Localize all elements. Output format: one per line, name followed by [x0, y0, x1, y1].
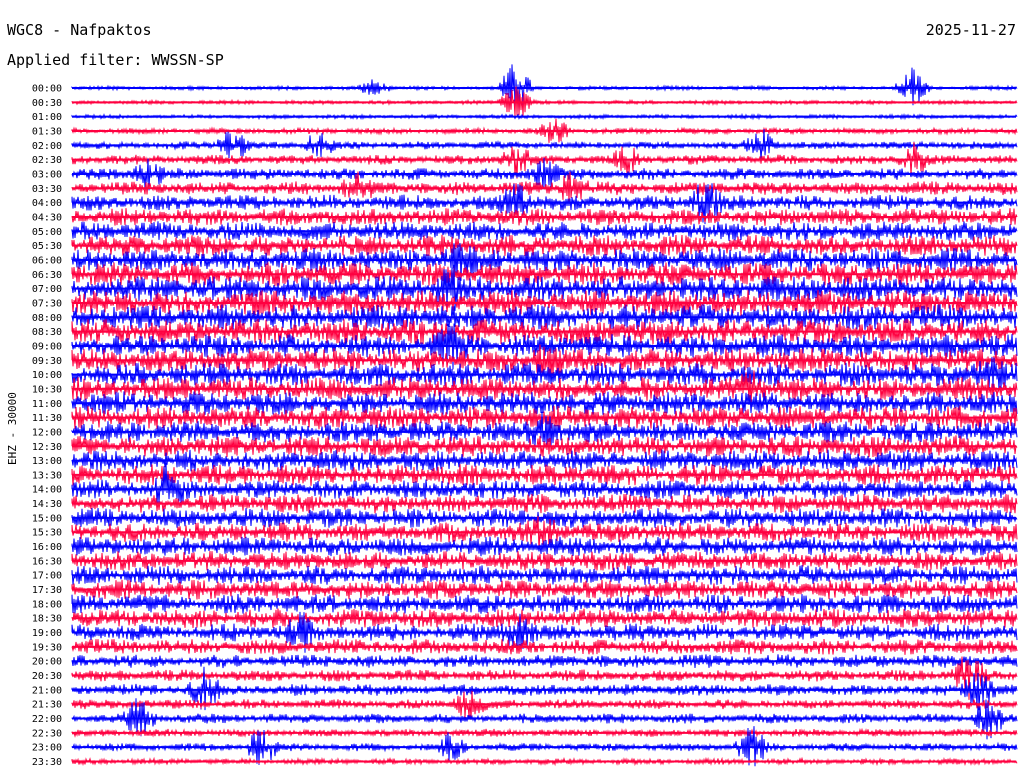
tick-label-0400: 04:00: [32, 198, 62, 209]
tick-label-0630: 06:30: [32, 270, 62, 281]
tick-label-0800: 08:00: [32, 313, 62, 324]
tick-label-2030: 20:30: [32, 671, 62, 682]
tick-label-1400: 14:00: [32, 485, 62, 496]
tick-label-0430: 04:30: [32, 212, 62, 223]
tick-label-0030: 00:30: [32, 98, 62, 109]
tick-label-1900: 19:00: [32, 628, 62, 639]
tick-label-0500: 05:00: [32, 227, 62, 238]
tick-label-1000: 10:00: [32, 370, 62, 381]
tick-label-0100: 01:00: [32, 112, 62, 123]
tick-label-0830: 08:30: [32, 327, 62, 338]
helicorder-chart: 00:00 00:30 01:00 01:30 02:00 02:30 03:00 03:30…: [6, 64, 1018, 769]
tick-label-1330: 13:30: [32, 470, 62, 481]
tick-label-2330: 23:30: [32, 757, 62, 768]
trace-group: [71, 64, 1018, 767]
tick-label-1930: 19:30: [32, 642, 62, 653]
tick-label-0730: 07:30: [32, 298, 62, 309]
tick-label-1200: 12:00: [32, 427, 62, 438]
tick-label-1800: 18:00: [32, 599, 62, 610]
tick-label-0530: 05:30: [32, 241, 62, 252]
tick-label-0700: 07:00: [32, 284, 62, 295]
channel-axis-label: EHZ - 30000: [6, 392, 19, 465]
tick-label-0230: 02:30: [32, 155, 62, 166]
tick-label-0900: 09:00: [32, 341, 62, 352]
trace-0030: [71, 86, 1018, 116]
tick-label-2300: 23:00: [32, 743, 62, 754]
tick-label-1230: 12:30: [32, 442, 62, 453]
tick-label-0200: 02:00: [32, 141, 62, 152]
tick-label-1730: 17:30: [32, 585, 62, 596]
tick-label-1030: 10:30: [32, 384, 62, 395]
tick-label-2130: 21:30: [32, 700, 62, 711]
tick-label-1430: 14:30: [32, 499, 62, 510]
tick-label-1830: 18:30: [32, 614, 62, 625]
tick-label-0330: 03:30: [32, 184, 62, 195]
tick-label-1700: 17:00: [32, 571, 62, 582]
tick-label-2100: 21:00: [32, 685, 62, 696]
tick-label-0930: 09:30: [32, 356, 62, 367]
tick-label-1630: 16:30: [32, 556, 62, 567]
tick-label-2230: 22:30: [32, 728, 62, 739]
tick-label-0300: 03:00: [32, 169, 62, 180]
tick-label-1500: 15:00: [32, 513, 62, 524]
tick-label-1300: 13:00: [32, 456, 62, 467]
tick-label-1530: 15:30: [32, 528, 62, 539]
time-tick-labels: 00:00 00:30 01:00 01:30 02:00 02:30 03:00 03:30…: [32, 84, 62, 769]
tick-label-0130: 01:30: [32, 126, 62, 137]
tick-label-0000: 00:00: [32, 84, 62, 95]
tick-label-0600: 06:00: [32, 255, 62, 266]
tick-label-2000: 20:00: [32, 657, 62, 668]
tick-label-1600: 16:00: [32, 542, 62, 553]
tick-label-1130: 11:30: [32, 413, 62, 424]
tick-label-2200: 22:00: [32, 714, 62, 725]
tick-label-1100: 11:00: [32, 399, 62, 410]
